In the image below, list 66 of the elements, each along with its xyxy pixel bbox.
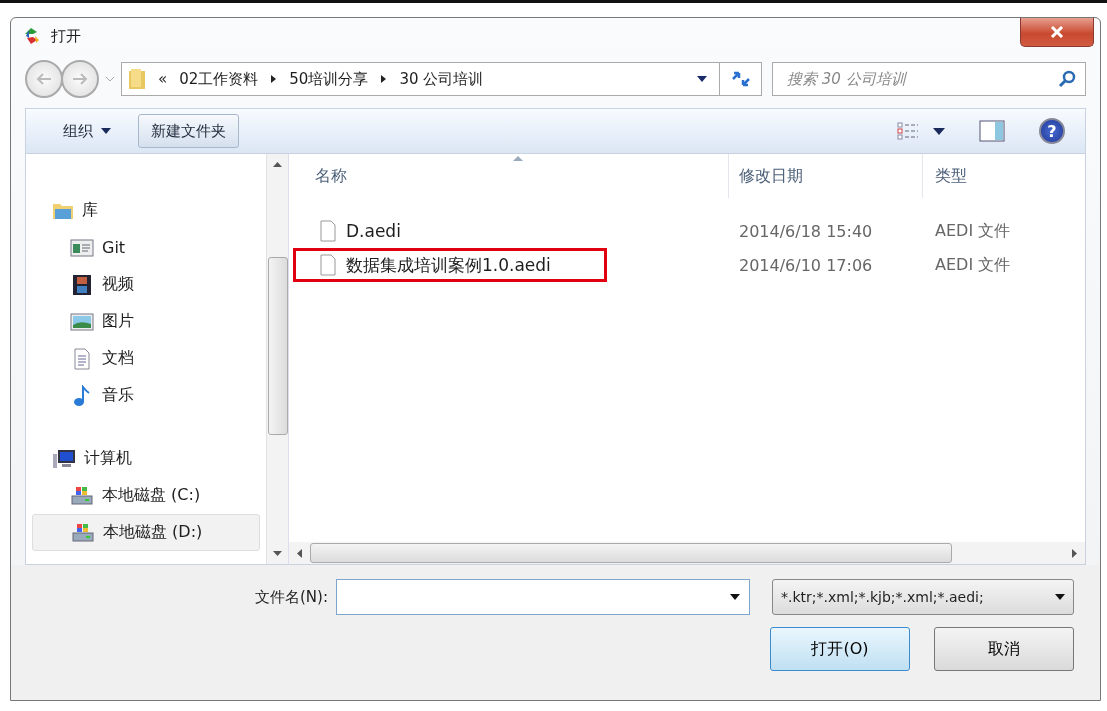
arrow-right-icon <box>71 73 89 85</box>
organize-menu-button[interactable]: 组织 <box>50 114 124 148</box>
breadcrumb-overflow[interactable]: « <box>158 70 168 88</box>
computer-icon <box>52 448 76 469</box>
type-cell-text: AEDI 文件 <box>934 254 1012 276</box>
sidebar-item[interactable]: 视频 <box>32 266 260 303</box>
new-folder-button[interactable]: 新建文件夹 <box>138 114 239 148</box>
preview-pane-icon[interactable] <box>979 120 1005 142</box>
sort-ascending-icon <box>513 156 523 161</box>
image-icon <box>70 310 94 333</box>
dropdown-arrow-icon <box>1055 594 1065 600</box>
sidebar-item[interactable]: Git <box>32 229 260 266</box>
file-icon <box>320 254 336 276</box>
date-cell-text: 2014/6/10 17:06 <box>738 255 874 275</box>
search-icon <box>1058 70 1076 88</box>
scroll-thumb[interactable] <box>310 543 952 563</box>
column-header[interactable]: 修改日期 <box>729 154 923 198</box>
cancel-button[interactable]: 取消 <box>934 627 1074 671</box>
file-name[interactable]: D.aedi <box>293 214 607 248</box>
date-cell-text: 2014/6/18 15:40 <box>738 221 874 241</box>
window-icon <box>70 236 94 259</box>
chevron-right-icon[interactable] <box>270 74 278 84</box>
sidebar-item[interactable]: 本地磁盘 (C:) <box>32 477 260 514</box>
sidebar-item[interactable]: 本地磁盘 (D:) <box>32 514 260 551</box>
breadcrumb-item[interactable]: 50培训分享 <box>289 69 369 89</box>
arrow-left-icon <box>35 73 53 85</box>
filename-field[interactable] <box>336 579 750 615</box>
breadcrumb-item[interactable]: 02工作资料 <box>179 69 259 89</box>
sidebar-group[interactable]: 计算机 <box>32 440 260 477</box>
type-cell-text: AEDI 文件 <box>934 220 1012 242</box>
chevron-right-icon[interactable] <box>380 74 388 84</box>
window-title: 打开 <box>51 27 81 46</box>
folder-icon <box>128 68 146 90</box>
scroll-left-icon[interactable] <box>297 548 302 558</box>
app-logo-icon <box>23 26 41 46</box>
film-icon <box>70 273 94 296</box>
sidebar-group[interactable]: 库 <box>32 192 260 229</box>
sidebar-item[interactable]: 文档 <box>32 340 260 377</box>
close-icon <box>1050 26 1064 38</box>
file-type-dropdown[interactable]: *.ktr;*.xml;*.kjb;*.xml;*.aedi; <box>772 579 1074 615</box>
dropdown-arrow-icon <box>730 594 740 600</box>
refresh-button[interactable] <box>720 62 762 96</box>
column-header[interactable]: 名称 <box>289 154 729 198</box>
scroll-right-icon[interactable] <box>1072 548 1077 558</box>
column-header[interactable]: 类型 <box>923 154 1073 198</box>
vertical-scrollbar[interactable] <box>266 154 288 564</box>
drive-icon <box>71 521 95 544</box>
horizontal-scrollbar[interactable] <box>289 542 1085 564</box>
caret-icon[interactable] <box>933 127 945 135</box>
caret-icon <box>101 128 111 134</box>
filename-label: 文件名(N): <box>255 587 328 607</box>
dropdown-arrow-icon[interactable] <box>697 76 707 82</box>
address-bar[interactable]: « 02工作资料 50培训分享 30 公司培训 <box>121 62 720 96</box>
sidebar-item[interactable]: 音乐 <box>32 377 260 414</box>
file-name[interactable]: 数据集成培训案例1.0.aedi <box>293 248 607 282</box>
sidebar-item[interactable]: 图片 <box>32 303 260 340</box>
scroll-up-icon[interactable] <box>273 162 282 167</box>
search-field[interactable]: 搜索 30 公司培训 <box>772 62 1086 96</box>
close-button[interactable] <box>1020 18 1094 47</box>
drive-icon <box>70 484 94 507</box>
help-button[interactable]: ? <box>1039 118 1065 144</box>
file-icon <box>320 220 336 242</box>
scroll-down-icon[interactable] <box>273 551 282 556</box>
scroll-thumb[interactable] <box>267 257 288 435</box>
breadcrumb-item[interactable]: 30 公司培训 <box>399 69 484 89</box>
open-button[interactable]: 打开(O) <box>770 627 910 671</box>
